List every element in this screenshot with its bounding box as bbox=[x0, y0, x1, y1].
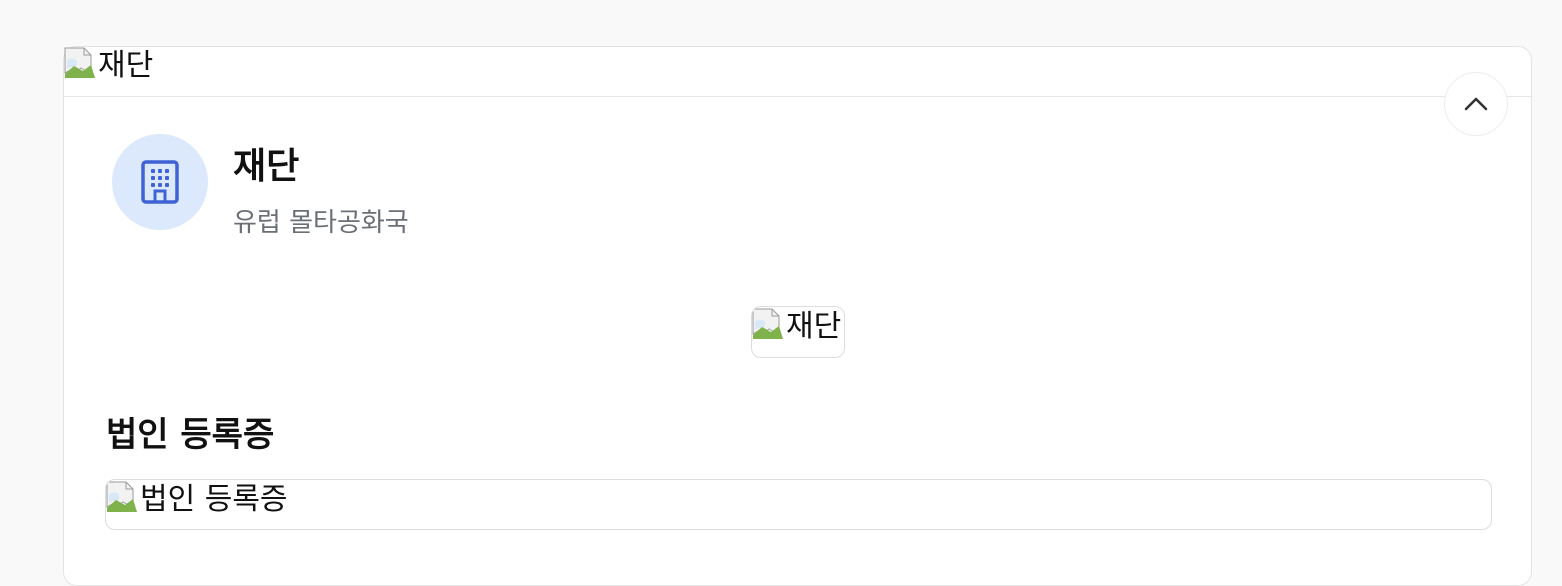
building-icon bbox=[141, 160, 179, 204]
collapse-button[interactable] bbox=[1444, 72, 1508, 136]
banner-divider bbox=[64, 96, 1531, 97]
organization-logo: 재단 bbox=[751, 306, 845, 358]
banner-image: 재단 bbox=[64, 47, 153, 95]
certificate-image[interactable]: 법인 등록증 bbox=[105, 479, 1492, 530]
certificate-image-alt: 법인 등록증 bbox=[140, 482, 288, 517]
avatar bbox=[112, 134, 208, 230]
organization-name: 재단 bbox=[233, 146, 300, 187]
chevron-up-icon bbox=[1464, 97, 1488, 111]
organization-country: 유럽 몰타공화국 bbox=[233, 208, 409, 238]
broken-image-icon bbox=[64, 47, 95, 78]
broken-image-icon bbox=[106, 481, 137, 512]
banner-image-alt: 재단 bbox=[98, 48, 154, 83]
organization-card: 재단 재단 유럽 몰타공화국 재단 법인 등록증 법인 등록증 bbox=[63, 46, 1532, 586]
certificate-section-title: 법인 등록증 bbox=[106, 415, 275, 455]
broken-image-icon bbox=[752, 308, 783, 339]
logo-image-alt: 재단 bbox=[786, 309, 842, 344]
